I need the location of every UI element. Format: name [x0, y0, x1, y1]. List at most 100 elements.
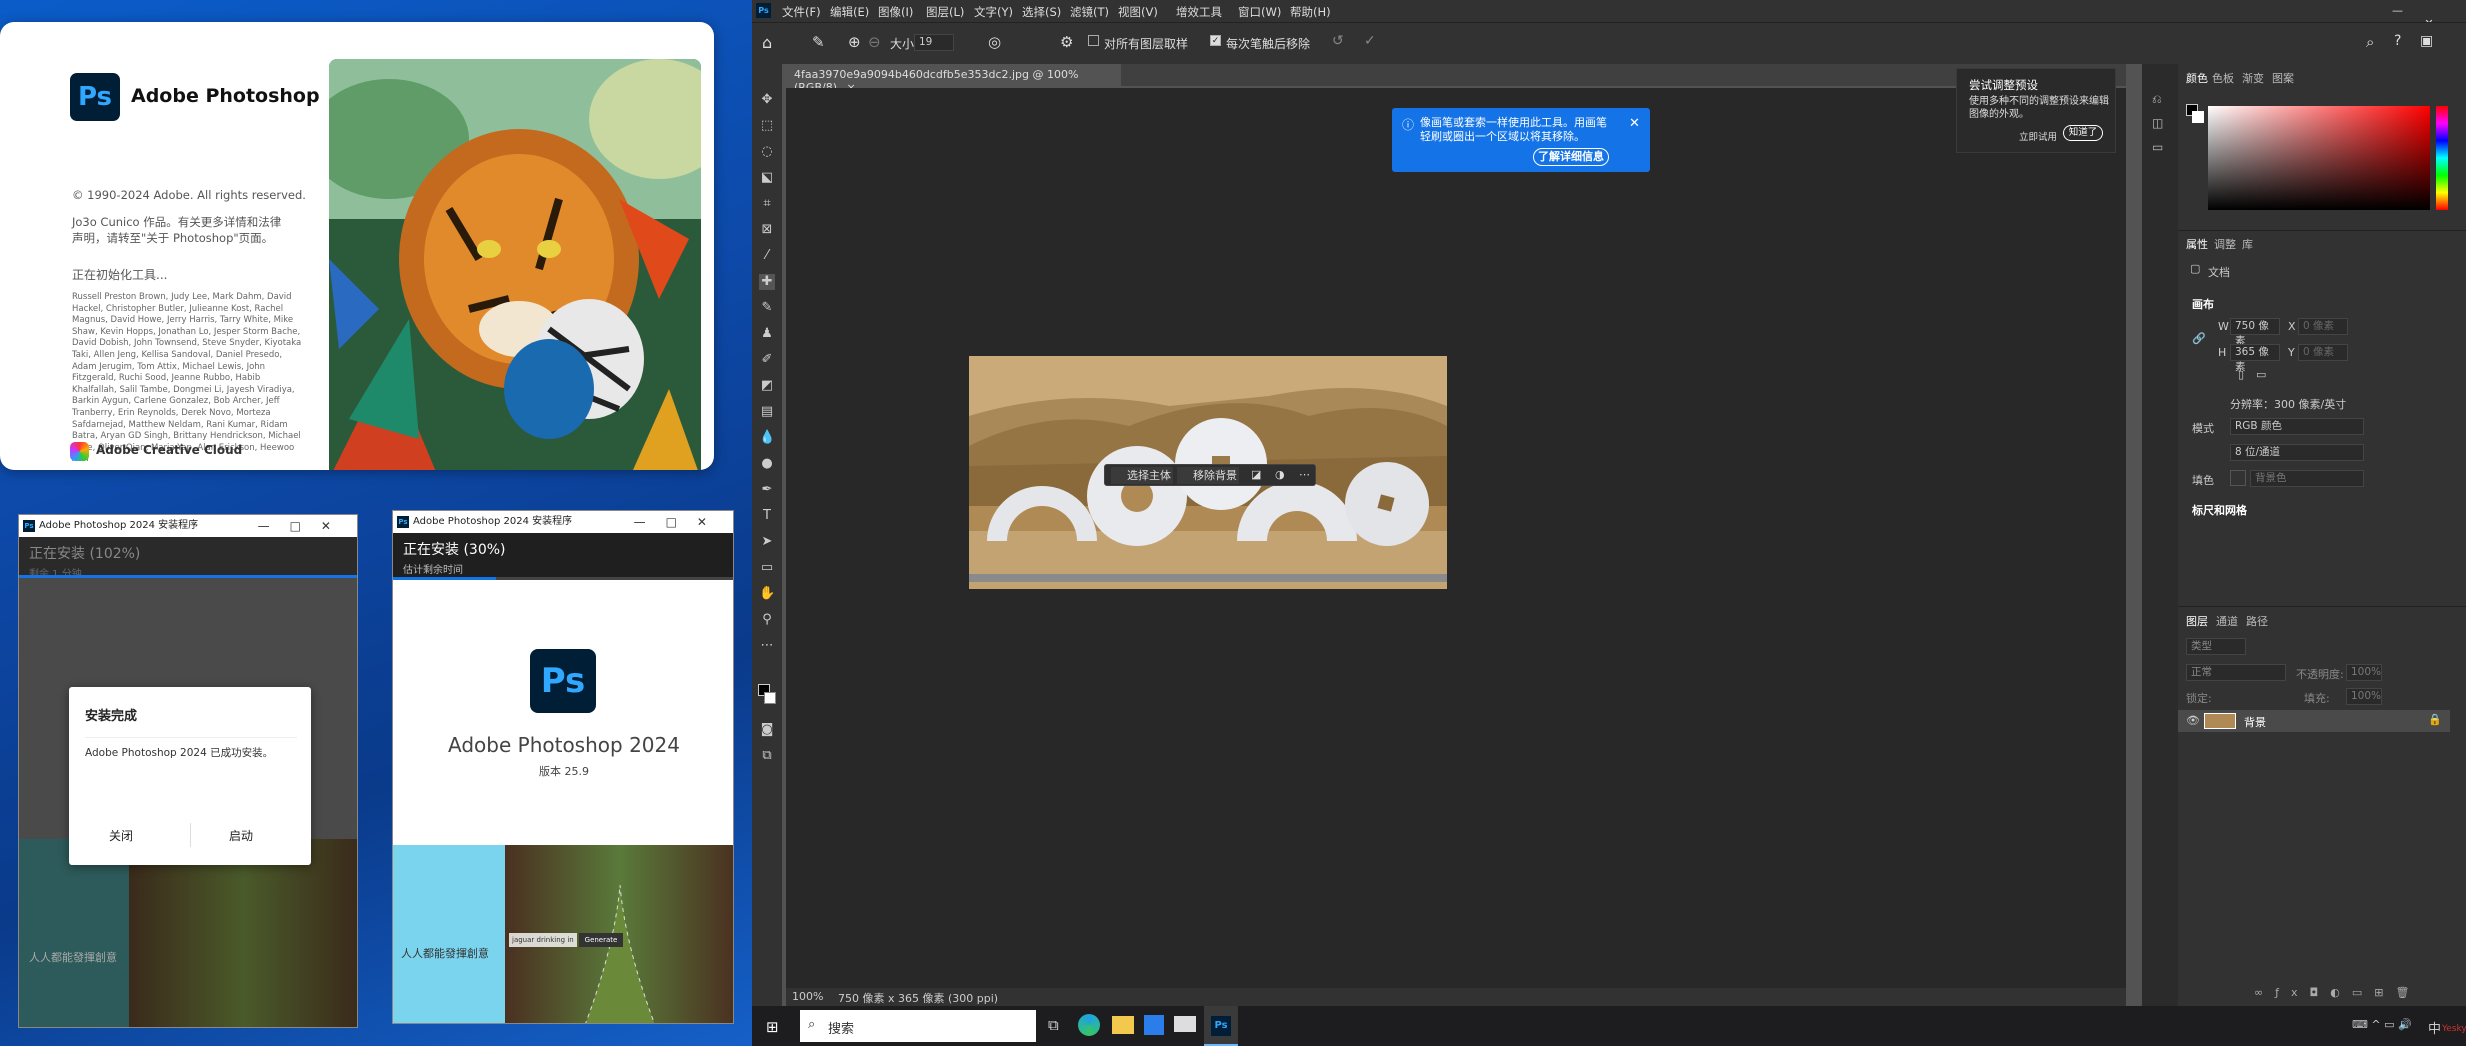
blend-mode-select[interactable]: 正常: [2186, 664, 2286, 681]
comments-icon[interactable]: ▭: [2152, 140, 2163, 154]
tab-channels[interactable]: 通道: [2216, 613, 2238, 629]
tab-swatches[interactable]: 色板: [2212, 70, 2234, 86]
try-now-button[interactable]: 立即试用: [2019, 129, 2057, 143]
taskbar-search[interactable]: ⌕ 搜索: [800, 1010, 1036, 1042]
menu-plugins[interactable]: 增效工具: [1176, 4, 1222, 20]
height-input[interactable]: 365 像素: [2230, 344, 2280, 373]
layer-actions-icons[interactable]: ∞ƒx◘◐▭⊞🗑: [2254, 986, 2421, 999]
canvas-area[interactable]: 选择主体 移除背景 ◪ ◑ ⋯ ⓘ 像画笔或套索一样使用此工具。用画笔轻刷或圈出…: [786, 88, 2126, 988]
move-tool-icon[interactable]: ✥: [759, 92, 775, 108]
stamp-tool-icon[interactable]: ♟: [759, 326, 775, 342]
workspace-icon[interactable]: ▣: [2420, 33, 2433, 49]
menu-edit[interactable]: 编辑(E): [830, 4, 869, 20]
crop-tool-icon[interactable]: ⌗: [759, 196, 775, 212]
file-explorer-icon[interactable]: [1112, 1016, 1134, 1034]
blur-tool-icon[interactable]: 💧: [759, 430, 775, 446]
gradient-tool-icon[interactable]: ▤: [759, 404, 775, 420]
y-input[interactable]: 0 像素: [2298, 344, 2348, 361]
healing-tool-icon[interactable]: ✚: [759, 274, 775, 290]
menu-help[interactable]: 帮助(H): [1290, 4, 1331, 20]
layer-filter-select[interactable]: 类型: [2186, 638, 2246, 655]
edge-icon[interactable]: [1078, 1014, 1100, 1036]
tab-libraries[interactable]: 库: [2242, 236, 2253, 252]
x-input[interactable]: 0 像素: [2298, 318, 2348, 335]
tab-properties[interactable]: 属性: [2186, 236, 2208, 252]
menu-type[interactable]: 文字(Y): [974, 4, 1013, 20]
mode-select[interactable]: RGB 颜色: [2230, 418, 2364, 435]
tab-adjustments[interactable]: 调整: [2214, 236, 2236, 252]
menu-view[interactable]: 视图(V): [1118, 4, 1158, 20]
landscape-icon[interactable]: ▭: [2256, 368, 2266, 381]
eraser-tool-icon[interactable]: ◩: [759, 378, 775, 394]
menu-layer[interactable]: 图层(L): [926, 4, 964, 20]
mask-icon[interactable]: ◪: [1251, 468, 1261, 481]
screen-mode-icon[interactable]: ⧉: [759, 748, 775, 764]
more-options-icon[interactable]: ⋯: [1299, 468, 1310, 481]
menu-image[interactable]: 图像(I): [878, 4, 913, 20]
menu-select[interactable]: 选择(S): [1022, 4, 1061, 20]
size-input[interactable]: 19: [914, 34, 954, 51]
bit-depth-select[interactable]: 8 位/通道: [2230, 444, 2364, 461]
home-icon[interactable]: ⌂: [762, 33, 772, 52]
quick-mask-icon[interactable]: ◙: [759, 722, 775, 738]
hue-slider[interactable]: [2436, 106, 2448, 210]
brush-add-icon[interactable]: ⊕: [848, 33, 861, 51]
opacity-input[interactable]: 100%: [2346, 664, 2382, 681]
system-tray-icons[interactable]: ⌨ ^ ▭ 🔊: [2352, 1018, 2412, 1031]
layer-name[interactable]: 背景: [2244, 714, 2266, 730]
menu-file[interactable]: 文件(F): [782, 4, 821, 20]
window-controls[interactable]: —□✕: [634, 511, 727, 533]
zoom-level[interactable]: 100%: [792, 990, 823, 1003]
brush-tool-icon[interactable]: ✎: [759, 300, 775, 316]
windows-start-icon[interactable]: ⊞: [766, 1018, 779, 1036]
tab-layers[interactable]: 图层: [2186, 613, 2208, 629]
settings-gear-icon[interactable]: ⚙: [1060, 33, 1073, 51]
fill-swatch[interactable]: [2230, 470, 2246, 486]
store-icon[interactable]: [1144, 1015, 1164, 1035]
window-controls[interactable]: —□✕: [258, 515, 351, 537]
tab-paths[interactable]: 路径: [2246, 613, 2268, 629]
eyedropper-icon[interactable]: ⁄: [759, 248, 775, 264]
lasso-tool-icon[interactable]: ◌: [759, 144, 775, 160]
mail-icon[interactable]: [1174, 1016, 1196, 1032]
visibility-eye-icon[interactable]: 👁: [2186, 714, 2200, 727]
stroke-remove-checkbox[interactable]: ✓: [1210, 35, 1221, 46]
dodge-tool-icon[interactable]: ●: [759, 456, 775, 472]
actions-icon[interactable]: ◫: [2152, 116, 2163, 130]
tab-color[interactable]: 颜色: [2186, 70, 2208, 86]
pen-tool-icon[interactable]: ✒: [759, 482, 775, 498]
portrait-icon[interactable]: ▯: [2238, 368, 2244, 381]
learn-more-button[interactable]: 了解详细信息: [1533, 148, 1609, 166]
canvas-section[interactable]: 画布: [2192, 296, 2214, 312]
bg-swatch[interactable]: [2192, 111, 2204, 123]
remove-background-button[interactable]: 移除背景: [1177, 467, 1239, 484]
background-color-swatch[interactable]: [764, 692, 776, 704]
link-icon[interactable]: 🔗: [2192, 332, 2206, 345]
zoom-tool-icon[interactable]: ⚲: [759, 612, 775, 628]
fill-opacity-input[interactable]: 100%: [2346, 688, 2382, 705]
sample-all-checkbox[interactable]: [1088, 35, 1099, 46]
got-it-button[interactable]: 知道了: [2063, 125, 2103, 141]
help-icon[interactable]: ?: [2394, 33, 2401, 49]
frame-tool-icon[interactable]: ⊠: [759, 222, 775, 238]
rulers-grids-section[interactable]: 标尺和网格: [2192, 502, 2247, 518]
task-view-icon[interactable]: ⧉: [1048, 1016, 1059, 1034]
color-field[interactable]: [2208, 106, 2430, 210]
ime-indicator[interactable]: 中: [2428, 1018, 2441, 1037]
tab-gradients[interactable]: 渐变: [2242, 70, 2264, 86]
brush-subtract-icon[interactable]: ⊖: [868, 33, 881, 51]
menu-filter[interactable]: 滤镜(T): [1070, 4, 1109, 20]
search-icon[interactable]: ⌕: [2366, 33, 2374, 51]
history-brush-icon[interactable]: ✐: [759, 352, 775, 368]
apply-check-icon[interactable]: ✓: [1364, 33, 1376, 49]
remove-tool-icon[interactable]: ✎: [812, 33, 825, 51]
document-tab[interactable]: 4faa3970e9a9094b460dcdfb5e353dc2.jpg @ 1…: [786, 64, 1121, 94]
menu-window[interactable]: 窗口(W): [1238, 4, 1281, 20]
tab-patterns[interactable]: 图案: [2272, 70, 2294, 86]
more-tools-icon[interactable]: ⋯: [759, 638, 775, 654]
close-icon[interactable]: ✕: [1629, 116, 1640, 131]
object-select-icon[interactable]: ⬕: [759, 170, 775, 186]
hand-tool-icon[interactable]: ✋: [759, 586, 775, 602]
cancel-icon[interactable]: ↺: [1332, 33, 1344, 49]
history-icon[interactable]: ⎌: [2152, 92, 2162, 107]
